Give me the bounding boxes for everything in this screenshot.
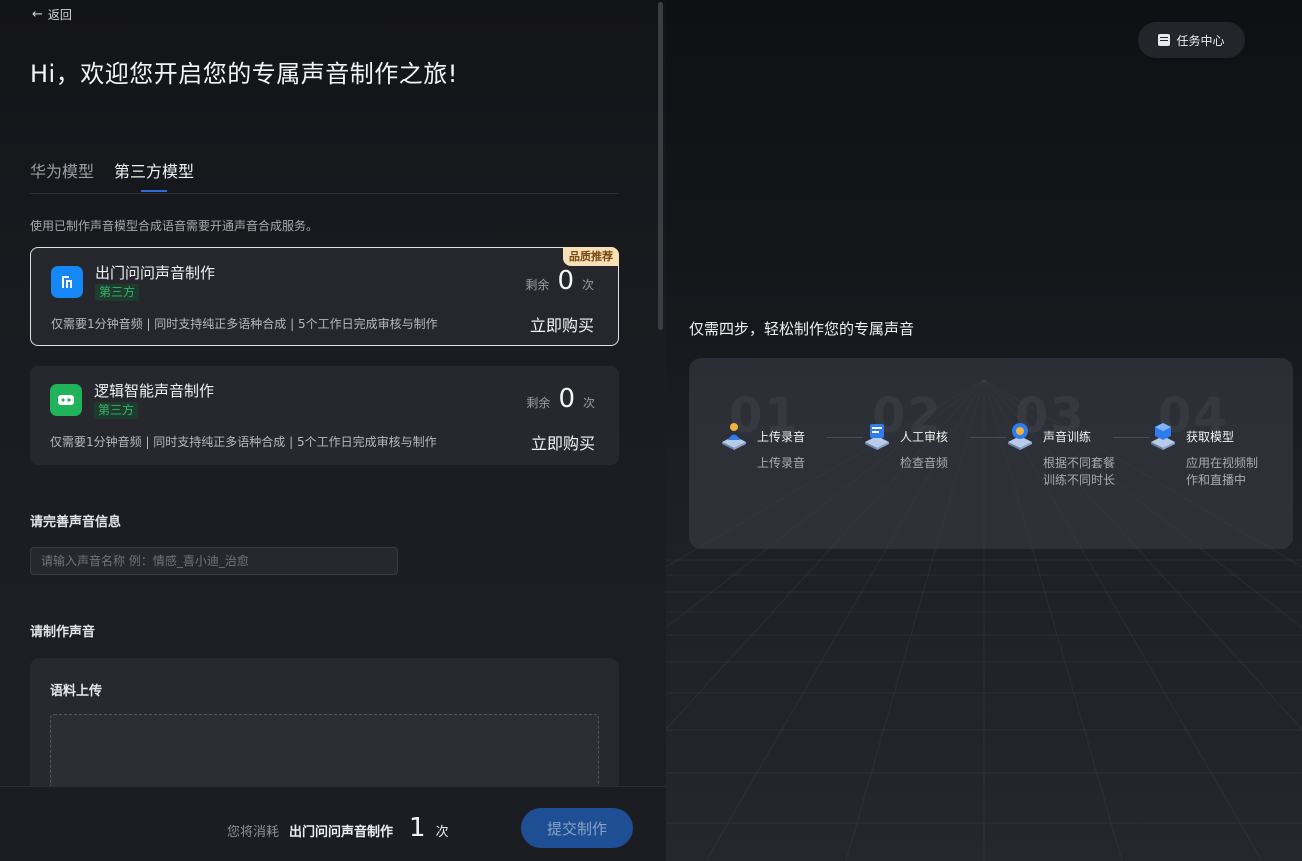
remaining-unit: 次 bbox=[581, 278, 594, 292]
corpus-upload-panel: 语料上传 bbox=[30, 658, 619, 798]
training-globe-icon bbox=[1008, 423, 1032, 450]
step-description: 应用在视频制作和直播中 bbox=[1186, 456, 1259, 487]
cost-prefix: 您将消耗 bbox=[227, 825, 280, 840]
buy-now-link[interactable]: 立即购买 bbox=[530, 312, 594, 336]
make-voice-section-title: 请制作声音 bbox=[30, 625, 96, 640]
cost-model: 出门问问声音制作 bbox=[289, 825, 394, 840]
step-training: 03 声音训练 根据不同套餐训练不同时长 bbox=[975, 358, 1115, 549]
tab-huawei-model[interactable]: 华为模型 bbox=[30, 158, 94, 182]
step-upload: 01 上传录音 上传录音 bbox=[689, 358, 829, 549]
back-button[interactable]: ← 返回 bbox=[32, 6, 72, 23]
remaining-count: 剩余 0 次 bbox=[526, 384, 595, 414]
left-panel: ← 返回 Hi，欢迎您开启您的专属声音制作之旅! 华为模型 第三方模型 使用已制… bbox=[0, 0, 666, 861]
task-center-label: 任务中心 bbox=[1176, 33, 1225, 48]
scrollbar[interactable] bbox=[658, 2, 663, 330]
card-title: 出门问问声音制作 bbox=[95, 264, 216, 282]
step-name: 声音训练 bbox=[1043, 430, 1092, 444]
active-tab-indicator bbox=[141, 190, 167, 192]
remaining-unit: 次 bbox=[582, 396, 595, 410]
card-description: 仅需要1分钟音频 | 同时支持纯正多语种合成 | 5个工作日完成审核与制作 bbox=[50, 435, 437, 449]
robot-face-icon bbox=[50, 384, 82, 416]
model-tabs: 华为模型 第三方模型 bbox=[30, 150, 619, 194]
remaining-number: 0 bbox=[557, 266, 574, 296]
card-description: 仅需要1分钟音频 | 同时支持纯正多语种合成 | 5个工作日完成审核与制作 bbox=[51, 317, 438, 331]
voice-product-card-logic[interactable]: 逻辑智能声音制作 第三方 仅需要1分钟音频 | 同时支持纯正多语种合成 | 5个… bbox=[30, 366, 619, 465]
right-panel: 任务中心 仅需四步，轻松制作您的专属声音 01 上传录音 上传录音 02 人工审… bbox=[666, 0, 1302, 861]
step-name: 人工审核 bbox=[900, 430, 949, 444]
submit-button[interactable]: 提交制作 bbox=[521, 808, 633, 848]
step-name: 上传录音 bbox=[757, 430, 806, 444]
task-center-button[interactable]: 任务中心 bbox=[1138, 22, 1245, 58]
upload-title: 语料上传 bbox=[50, 684, 103, 699]
voice-product-card-mobvoi[interactable]: 品质推荐 出门问问声音制作 第三方 仅需要1分钟音频 | 同时支持纯正多语种合成… bbox=[30, 247, 619, 346]
upload-dropzone[interactable] bbox=[50, 714, 599, 794]
cost-count: 1 bbox=[409, 813, 426, 843]
step-get-model: 04 获取模型 应用在视频制作和直播中 bbox=[1118, 358, 1258, 549]
steps-title: 仅需四步，轻松制作您的专属声音 bbox=[689, 320, 915, 338]
cost-unit: 次 bbox=[435, 825, 449, 840]
voice-name-input[interactable] bbox=[30, 547, 398, 575]
remaining-label: 剩余 bbox=[525, 278, 550, 292]
step-description: 根据不同套餐训练不同时长 bbox=[1043, 456, 1116, 487]
submit-bar: 您将消耗 出门问问声音制作 1 次 提交制作 bbox=[0, 786, 666, 861]
step-review: 02 人工审核 检查音频 bbox=[832, 358, 972, 549]
review-screen-icon bbox=[865, 424, 889, 450]
page-title: Hi，欢迎您开启您的专属声音制作之旅! bbox=[30, 60, 458, 88]
remaining-count: 剩余 0 次 bbox=[525, 266, 594, 296]
model-cube-icon bbox=[1151, 423, 1175, 450]
cost-summary: 您将消耗 出门问问声音制作 1 次 bbox=[227, 813, 449, 843]
voice-info-section-title: 请完善声音信息 bbox=[30, 515, 122, 530]
remaining-label: 剩余 bbox=[526, 396, 551, 410]
quality-recommend-badge: 品质推荐 bbox=[563, 247, 619, 266]
remaining-number: 0 bbox=[558, 384, 575, 414]
third-party-tag: 第三方 bbox=[94, 402, 139, 419]
mobvoi-logo-icon bbox=[51, 266, 83, 298]
third-party-tag: 第三方 bbox=[95, 284, 140, 301]
arrow-left-icon: ← bbox=[32, 7, 43, 22]
upload-user-icon bbox=[722, 423, 746, 450]
back-label: 返回 bbox=[47, 8, 72, 22]
task-list-icon bbox=[1158, 34, 1171, 46]
steps-panel: 01 上传录音 上传录音 02 人工审核 检查音频 03 声音训练 根据不同套餐… bbox=[689, 358, 1293, 549]
card-title: 逻辑智能声音制作 bbox=[94, 382, 215, 400]
service-notice: 使用已制作声音模型合成语音需要开通声音合成服务。 bbox=[30, 219, 319, 233]
step-name: 获取模型 bbox=[1186, 430, 1235, 444]
step-description: 检查音频 bbox=[900, 456, 949, 470]
step-description: 上传录音 bbox=[757, 456, 806, 470]
buy-now-link[interactable]: 立即购买 bbox=[531, 430, 595, 454]
tab-third-party-model[interactable]: 第三方模型 bbox=[114, 158, 194, 182]
